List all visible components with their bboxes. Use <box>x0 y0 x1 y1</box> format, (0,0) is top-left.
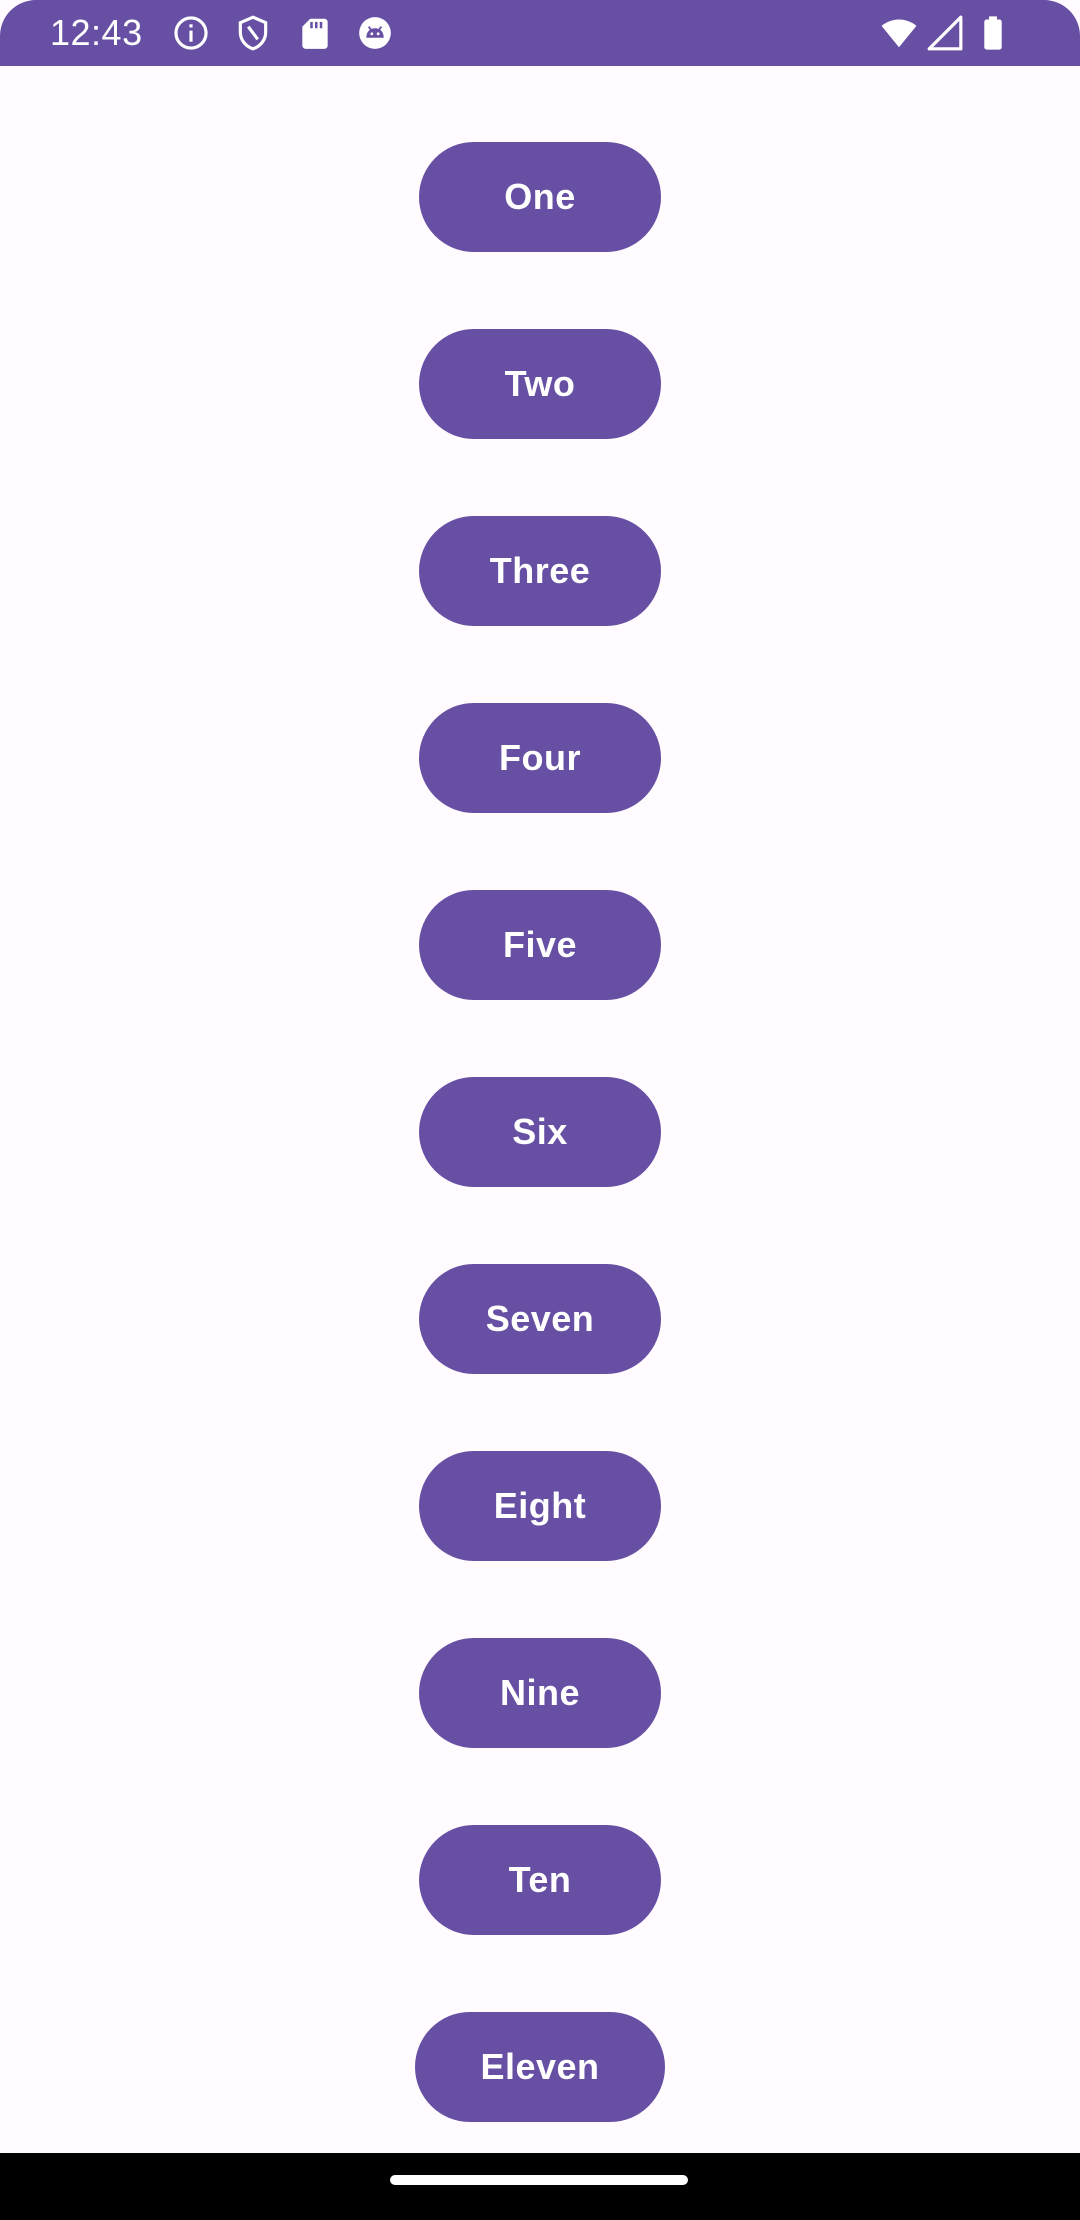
battery-icon <box>974 14 1012 52</box>
sd-card-icon <box>296 14 334 52</box>
android-debug-icon <box>356 14 394 52</box>
button-five[interactable]: Five <box>419 890 661 1000</box>
button-one[interactable]: One <box>419 142 661 252</box>
app-screen: 12:43 One Two Three Four Five Six Seven <box>0 0 1080 2220</box>
button-eleven[interactable]: Eleven <box>415 2012 665 2122</box>
home-gesture-handle[interactable] <box>390 2175 688 2185</box>
navigation-bar <box>0 2153 1080 2220</box>
wifi-icon <box>880 14 918 52</box>
button-seven[interactable]: Seven <box>419 1264 661 1374</box>
cell-signal-icon <box>926 14 964 52</box>
status-time: 12:43 <box>50 12 143 53</box>
shield-icon <box>234 14 272 52</box>
button-three[interactable]: Three <box>419 516 661 626</box>
button-two[interactable]: Two <box>419 329 661 439</box>
button-four[interactable]: Four <box>419 703 661 813</box>
status-bar: 12:43 <box>0 0 1080 66</box>
button-six[interactable]: Six <box>419 1077 661 1187</box>
info-icon <box>172 14 210 52</box>
button-eight[interactable]: Eight <box>419 1451 661 1561</box>
button-nine[interactable]: Nine <box>419 1638 661 1748</box>
button-ten[interactable]: Ten <box>419 1825 661 1935</box>
